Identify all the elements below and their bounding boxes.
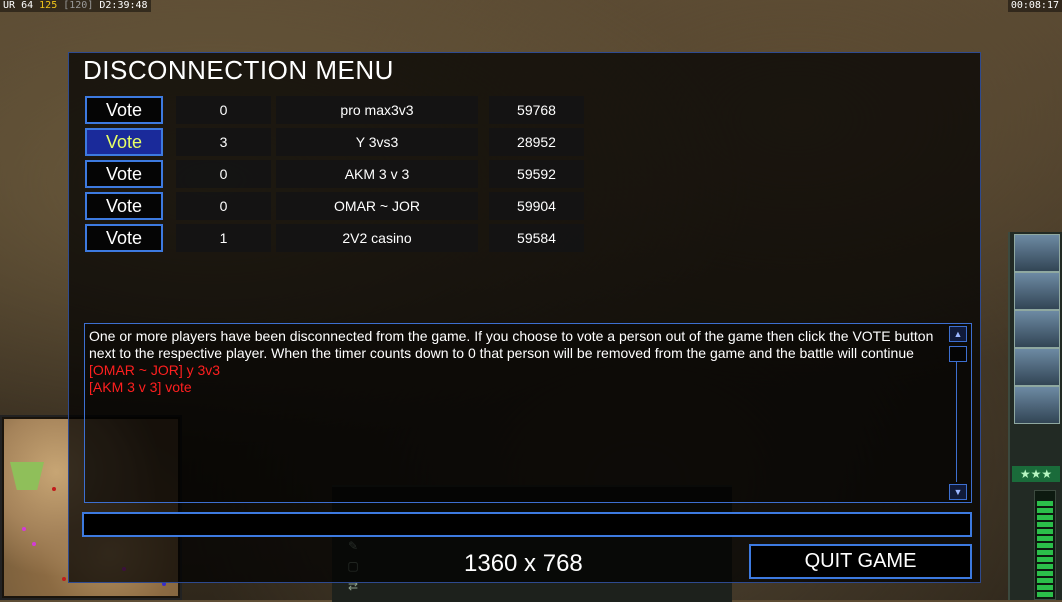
quit-game-button[interactable]: QUIT GAME (749, 544, 972, 579)
vote-count: 0 (176, 96, 271, 124)
chat-line: [OMAR ~ JOR] y 3v3 (89, 362, 221, 378)
build-slot-icon[interactable] (1014, 234, 1060, 272)
vote-button[interactable]: Vote (85, 192, 163, 220)
scroll-up-icon[interactable]: ▲ (949, 326, 967, 342)
hud-value-c: [120] (63, 0, 94, 11)
hud-prefix: UR (3, 0, 16, 11)
scroll-thumb[interactable] (949, 346, 967, 362)
build-slot-icon[interactable] (1014, 310, 1060, 348)
minimap-unit-dot (52, 487, 56, 491)
minimap-unit-dot (22, 527, 26, 531)
player-name: Y 3vs3 (276, 128, 478, 156)
player-ping: 59768 (489, 96, 584, 124)
hud-clock: 00:08:17 (1007, 0, 1062, 12)
vote-button[interactable]: Vote (85, 160, 163, 188)
vote-count: 3 (176, 128, 271, 156)
player-name: 2V2 casino (276, 224, 478, 252)
player-name: AKM 3 v 3 (276, 160, 478, 188)
power-meter (1034, 490, 1056, 600)
vote-count: 0 (176, 192, 271, 220)
hud-resources: UR 64 125 [120] D2:39:48 (0, 0, 151, 12)
scroll-track (956, 362, 957, 482)
resolution-label: 1360 x 768 (464, 550, 583, 577)
scroll-down-icon[interactable]: ▼ (949, 484, 967, 500)
vote-button[interactable]: Vote (85, 224, 163, 252)
player-name: pro max3v3 (276, 96, 478, 124)
dialog-title: DISCONNECTION MENU (83, 55, 394, 85)
chat-input[interactable] (82, 512, 972, 537)
build-slot-icon[interactable] (1014, 272, 1060, 310)
player-ping: 59592 (489, 160, 584, 188)
hud-value-b: 125 (39, 0, 58, 11)
hud-game-time: D2:39:48 (99, 0, 148, 11)
vote-count: 1 (176, 224, 271, 252)
vote-count: 0 (176, 160, 271, 188)
chat-line: [AKM 3 v 3] vote (89, 379, 192, 395)
message-log[interactable]: One or more players have been disconnect… (84, 323, 972, 503)
rank-stars: ★★★ (1012, 466, 1060, 482)
disconnect-notice: One or more players have been disconnect… (89, 328, 934, 361)
message-scrollbar[interactable]: ▲ ▼ (949, 326, 967, 500)
build-slot-icon[interactable] (1014, 348, 1060, 386)
vote-button[interactable]: Vote (85, 96, 163, 124)
hud-value-a: 64 (21, 0, 34, 11)
player-name: OMAR ~ JOR (276, 192, 478, 220)
disconnection-dialog: DISCONNECTION MENU Vote 0 pro max3v3 597… (68, 52, 981, 583)
player-ping: 59584 (489, 224, 584, 252)
power-level (1037, 501, 1053, 597)
build-slot-icon[interactable] (1014, 386, 1060, 424)
player-ping: 28952 (489, 128, 584, 156)
message-log-content: One or more players have been disconnect… (89, 328, 945, 396)
minimap-unit-dot (32, 542, 36, 546)
vote-button[interactable]: Vote (85, 128, 163, 156)
player-ping: 59904 (489, 192, 584, 220)
minimap-unit-dot (62, 577, 66, 581)
